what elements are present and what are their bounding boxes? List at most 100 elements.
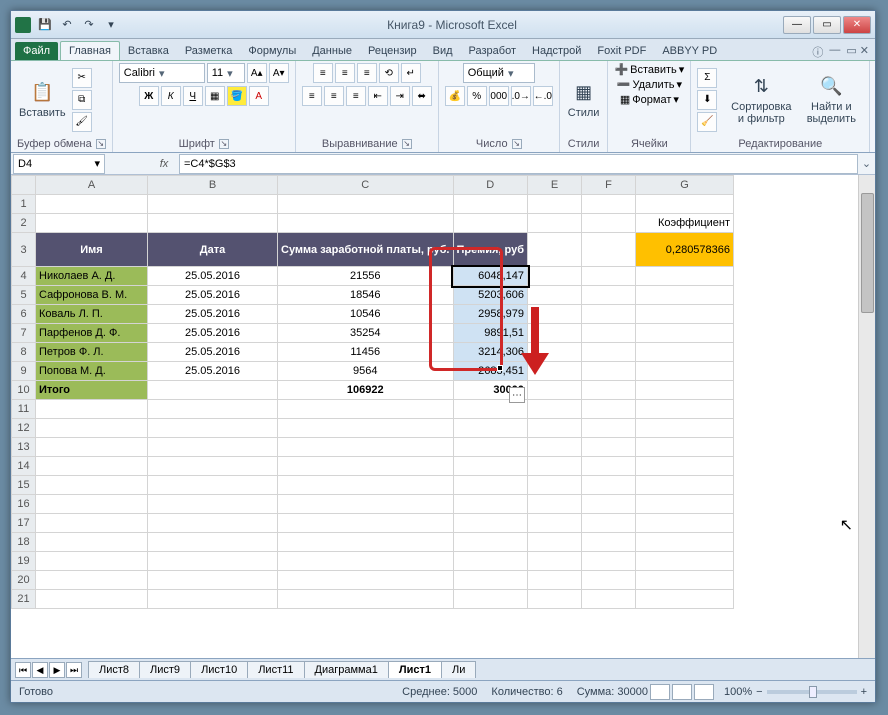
cell-b4[interactable]: 25.05.2016 <box>148 267 278 286</box>
select-all-corner[interactable] <box>12 176 36 195</box>
worksheet-area[interactable]: A B C D E F G 1 2Коэффициент 3 Имя Дата … <box>11 175 875 658</box>
tab-layout[interactable]: Разметка <box>177 42 241 60</box>
sheet-tab-active[interactable]: Лист1 <box>388 661 442 678</box>
col-header-F[interactable]: F <box>582 176 636 195</box>
col-header-B[interactable]: B <box>148 176 278 195</box>
cell-b6[interactable]: 25.05.2016 <box>148 305 278 324</box>
cell-b9[interactable]: 25.05.2016 <box>148 362 278 381</box>
cell-c4[interactable]: 21556 <box>278 267 454 286</box>
cell-a5[interactable]: Сафронова В. М. <box>36 286 148 305</box>
font-color-button[interactable]: A <box>249 86 269 106</box>
name-box[interactable]: D4▾ <box>13 154 105 174</box>
cell-b5[interactable]: 25.05.2016 <box>148 286 278 305</box>
comma-button[interactable]: 000 <box>489 86 509 106</box>
vertical-scrollbar[interactable] <box>858 175 875 658</box>
row-header-2[interactable]: 2 <box>12 214 36 233</box>
cell-a7[interactable]: Парфенов Д. Ф. <box>36 324 148 343</box>
row-header-10[interactable]: 10 <box>12 381 36 400</box>
format-cells-button[interactable]: ▦Формат ▾ <box>620 93 679 106</box>
bold-button[interactable]: Ж <box>139 86 159 106</box>
formula-input[interactable]: =C4*$G$3 <box>179 154 858 174</box>
col-header-D[interactable]: D <box>453 176 528 195</box>
row-header-9[interactable]: 9 <box>12 362 36 381</box>
dialog-launcher-icon[interactable]: ↘ <box>402 139 412 149</box>
help-icon[interactable]: — <box>829 44 840 60</box>
cell-b10[interactable] <box>148 381 278 400</box>
zoom-out-button[interactable]: − <box>756 686 762 698</box>
find-select-button[interactable]: 🔍 Найти и выделить <box>799 73 863 127</box>
align-left-button[interactable]: ≡ <box>302 86 322 106</box>
row-header-21[interactable]: 21 <box>12 590 36 609</box>
row-header-5[interactable]: 5 <box>12 286 36 305</box>
tab-home[interactable]: Главная <box>60 41 120 60</box>
tab-foxit[interactable]: Foxit PDF <box>589 42 654 60</box>
row-header-3[interactable]: 3 <box>12 233 36 267</box>
fill-handle[interactable] <box>497 365 503 371</box>
font-name-combo[interactable]: Calibri▾ <box>119 63 205 83</box>
expand-formula-bar[interactable]: ⌄ <box>858 157 875 170</box>
orientation-button[interactable]: ⟲ <box>379 63 399 83</box>
italic-button[interactable]: К <box>161 86 181 106</box>
row-header-19[interactable]: 19 <box>12 552 36 571</box>
cell-d8[interactable]: 3214,306 <box>453 343 528 362</box>
zoom-control[interactable]: 100% − + <box>724 686 867 698</box>
cell-d9[interactable]: 2683,451 <box>453 362 528 381</box>
tab-abbyy[interactable]: ABBYY PD <box>654 42 725 60</box>
fx-icon[interactable]: fx <box>149 158 179 170</box>
close-button[interactable]: ✕ <box>843 16 871 34</box>
doc-close-icon[interactable]: ▭ ✕ <box>846 44 869 60</box>
grid[interactable]: A B C D E F G 1 2Коэффициент 3 Имя Дата … <box>11 175 734 609</box>
delete-cells-button[interactable]: ➖Удалить ▾ <box>617 78 682 91</box>
align-mid-button[interactable]: ≡ <box>335 63 355 83</box>
cell-a10[interactable]: Итого <box>36 381 148 400</box>
insert-cells-button[interactable]: ➕Вставить ▾ <box>614 63 684 76</box>
zoom-slider[interactable] <box>767 690 857 694</box>
shrink-font-button[interactable]: A▾ <box>269 63 289 83</box>
format-painter-button[interactable]: 🖌 <box>72 112 92 132</box>
minimize-button[interactable]: — <box>783 16 811 34</box>
ribbon-minimize-icon[interactable]: ⓘ <box>812 44 823 60</box>
fill-color-button[interactable]: 🪣 <box>227 86 247 106</box>
cell-c5[interactable]: 18546 <box>278 286 454 305</box>
font-size-combo[interactable]: 11▾ <box>207 63 245 83</box>
col-header-A[interactable]: A <box>36 176 148 195</box>
cell-c9[interactable]: 9564 <box>278 362 454 381</box>
dialog-launcher-icon[interactable]: ↘ <box>96 139 106 149</box>
row-header-16[interactable]: 16 <box>12 495 36 514</box>
cut-button[interactable]: ✂ <box>72 68 92 88</box>
tab-data[interactable]: Данные <box>304 42 360 60</box>
cell-d6[interactable]: 2958,979 <box>453 305 528 324</box>
row-header-4[interactable]: 4 <box>12 267 36 286</box>
tab-formulas[interactable]: Формулы <box>240 42 304 60</box>
tab-review[interactable]: Рецензир <box>360 42 425 60</box>
cell-a4[interactable]: Николаев А. Д. <box>36 267 148 286</box>
sheet-nav-next[interactable]: ▶ <box>49 662 65 678</box>
row-header-14[interactable]: 14 <box>12 457 36 476</box>
inc-decimal-button[interactable]: .0→ <box>511 86 531 106</box>
grow-font-button[interactable]: A▴ <box>247 63 267 83</box>
align-right-button[interactable]: ≡ <box>346 86 366 106</box>
tab-addins[interactable]: Надстрой <box>524 42 589 60</box>
paste-button[interactable]: 📋 Вставить <box>17 79 68 121</box>
align-center-button[interactable]: ≡ <box>324 86 344 106</box>
dialog-launcher-icon[interactable]: ↘ <box>219 139 229 149</box>
row-header-17[interactable]: 17 <box>12 514 36 533</box>
wrap-text-button[interactable]: ↵ <box>401 63 421 83</box>
undo-button[interactable]: ↶ <box>57 15 77 35</box>
sheet-tab[interactable]: Диаграмма1 <box>304 661 389 678</box>
row-header-13[interactable]: 13 <box>12 438 36 457</box>
clear-button[interactable]: 🧹 <box>697 112 717 132</box>
cell-a9[interactable]: Попова М. Д. <box>36 362 148 381</box>
row-header-1[interactable]: 1 <box>12 195 36 214</box>
cell-a6[interactable]: Коваль Л. П. <box>36 305 148 324</box>
cell-c6[interactable]: 10546 <box>278 305 454 324</box>
row-header-7[interactable]: 7 <box>12 324 36 343</box>
view-normal-button[interactable] <box>650 684 670 700</box>
underline-button[interactable]: Ч <box>183 86 203 106</box>
row-header-15[interactable]: 15 <box>12 476 36 495</box>
save-button[interactable]: 💾 <box>35 15 55 35</box>
row-header-18[interactable]: 18 <box>12 533 36 552</box>
cell-c10[interactable]: 106922 <box>278 381 454 400</box>
number-format-combo[interactable]: Общий▾ <box>463 63 535 83</box>
currency-button[interactable]: 💰 <box>445 86 465 106</box>
